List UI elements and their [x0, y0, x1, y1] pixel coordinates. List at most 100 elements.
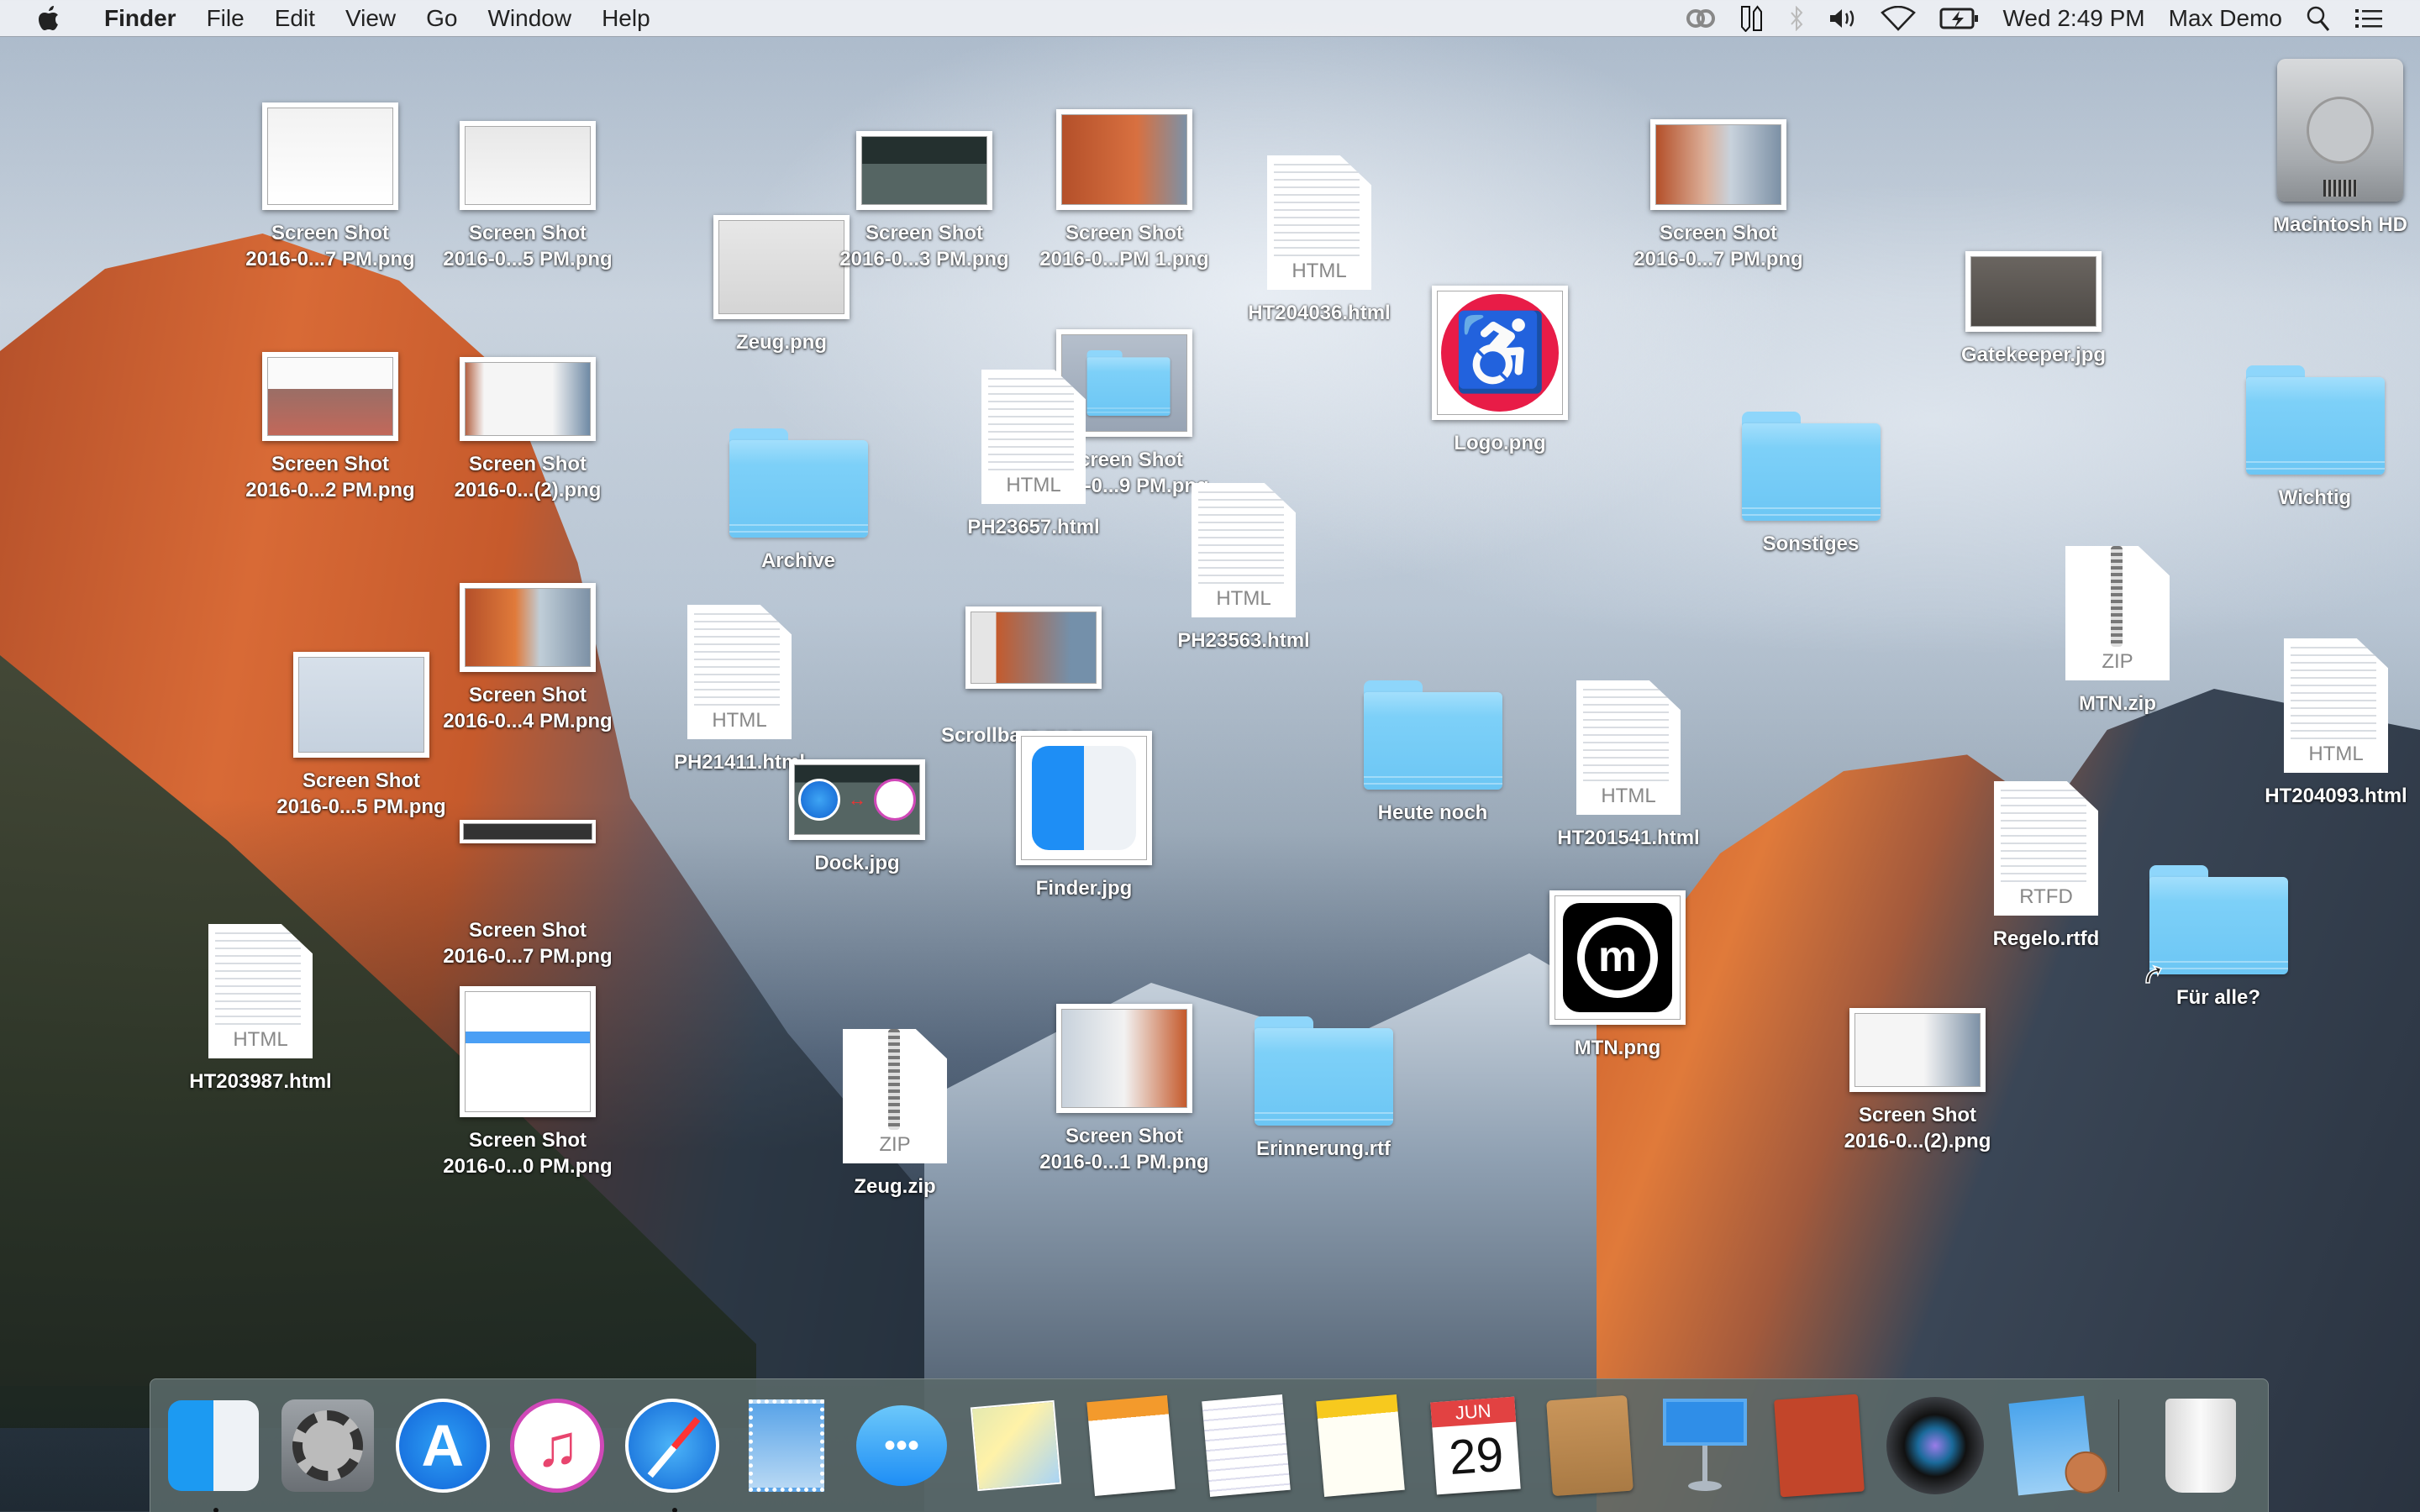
double-arrow-icon: ↔ — [847, 789, 866, 810]
desktop-item-folder-alias[interactable]: Für alle? — [2118, 823, 2319, 1011]
notification-center-icon[interactable] — [2354, 7, 2383, 30]
desktop-item-screenshot[interactable]: Screen Shot 2016-0...PM 1.png — [1023, 59, 1225, 272]
desktop-item-image[interactable]: ↔ Dock.jpg — [756, 689, 958, 876]
desktop-item-html[interactable]: HTML HT204036.html — [1218, 139, 1420, 326]
desktop-item-folder[interactable]: Archive — [697, 386, 899, 574]
battery-charging-icon[interactable] — [1939, 7, 1980, 30]
desktop-item-zip[interactable]: ZIP Zeug.zip — [794, 853, 996, 1200]
html-document-icon: HTML — [208, 924, 313, 1058]
mtn-logo-icon: m — [1563, 903, 1672, 1012]
menu-go[interactable]: Go — [411, 0, 472, 37]
menubar-clock[interactable]: Wed 2:49 PM — [2003, 5, 2145, 32]
item-label: Screen Shot — [271, 453, 390, 475]
desktop-item-screenshot[interactable]: Screen Shot 2016-0...(2).png — [1817, 958, 2018, 1154]
dock-system-preferences[interactable] — [281, 1395, 376, 1496]
item-label: Macintosh HD — [2272, 213, 2407, 236]
item-label-line2: 2016-0...5 PM.png — [443, 248, 613, 270]
dock-messages[interactable]: ••• — [854, 1395, 950, 1496]
dock-safari[interactable] — [624, 1395, 720, 1512]
desktop-item-screenshot[interactable]: Screen Shot 2016-0...3 PM.png — [823, 59, 1025, 272]
image-thumbnail: ♿ — [1432, 286, 1568, 420]
desktop-item-screenshot[interactable]: Screen Shot 2016-0...7 PM.png — [1618, 59, 1819, 272]
contacts-icon — [1546, 1394, 1634, 1497]
desktop-item-image[interactable] — [933, 559, 1134, 689]
image-thumbnail — [1965, 251, 2102, 332]
menubar-user[interactable]: Max Demo — [2169, 5, 2282, 32]
desktop-item-screenshot[interactable]: Screen Shot 2016-0...(2).png — [427, 290, 629, 503]
desktop-item-image[interactable]: m MTN.png — [1517, 874, 1718, 1061]
creative-cloud-icon[interactable] — [1686, 7, 1716, 30]
menu-edit[interactable]: Edit — [260, 0, 330, 37]
desktop-item-html[interactable]: HTML HT204093.html — [2235, 622, 2420, 809]
menu-window[interactable]: Window — [472, 0, 587, 37]
desktop-item-folder[interactable]: Erinnerung.rtf — [1223, 974, 1424, 1162]
image-thumbnail: m — [1549, 890, 1686, 1025]
screenshot-thumbnail — [1849, 1008, 1986, 1092]
search-icon[interactable] — [2306, 5, 2331, 32]
desktop-item-screenshot[interactable]: Screen Shot 2016-0...4 PM.png — [427, 521, 629, 734]
folder-icon — [2245, 365, 2385, 475]
folder-icon — [1741, 412, 1881, 521]
ifinance-icon — [2008, 1395, 2109, 1496]
dock-contacts[interactable] — [1542, 1394, 1638, 1497]
desktop-item-screenshot[interactable]: Screen Shot 2016-0...5 PM.png — [427, 59, 629, 272]
desktop-item-disk[interactable]: Macintosh HD — [2239, 42, 2420, 238]
desktop-item-screenshot[interactable]: Screen Shot 2016-0...0 PM.png — [427, 966, 629, 1179]
screenshot-thumbnail — [460, 820, 596, 843]
desktop-item-folder[interactable]: Wichtig — [2214, 323, 2416, 511]
wifi-icon[interactable] — [1880, 5, 1916, 31]
desktop-item-image[interactable]: Gatekeeper.jpg — [1933, 176, 2134, 368]
dock-finder[interactable] — [166, 1395, 261, 1512]
running-indicator — [213, 1508, 218, 1512]
desktop-item-screenshot[interactable]: Screen Shot 2016-0...1 PM.png — [1023, 945, 1225, 1175]
desktop-item-image[interactable]: Finder.jpg — [983, 689, 1185, 901]
apple-menu-icon[interactable] — [34, 5, 64, 32]
dock-ifinance[interactable] — [2003, 1395, 2109, 1496]
dock-app-store[interactable]: A — [395, 1395, 491, 1496]
bluetooth-icon[interactable] — [1788, 5, 1805, 31]
desktop-item-html[interactable]: HTML HT203987.html — [160, 907, 361, 1095]
dock-pages[interactable] — [1083, 1395, 1179, 1496]
item-label-line2: 2016-0...2 PM.png — [245, 479, 415, 501]
item-label: MTN.png — [1574, 1037, 1661, 1059]
dock-mail[interactable] — [739, 1395, 835, 1496]
menu-finder[interactable]: Finder — [89, 0, 192, 37]
desktop-item-screenshot[interactable]: Screen Shot 2016-0...7 PM.png — [229, 59, 431, 272]
folder-icon — [1254, 1016, 1393, 1126]
desktop-item-screenshot[interactable]: Screen Shot 2016-0...2 PM.png — [229, 290, 431, 503]
menu-file[interactable]: File — [192, 0, 260, 37]
dock-calendar[interactable]: JUN 29 — [1428, 1395, 1523, 1496]
menu-view[interactable]: View — [330, 0, 411, 37]
dock-keynote[interactable] — [1657, 1395, 1753, 1496]
volume-icon[interactable] — [1828, 8, 1857, 29]
dock-family-tree[interactable] — [1771, 1394, 1867, 1498]
item-label-line2: 2016-0...(2).png — [454, 479, 602, 501]
desktop-item-html[interactable]: HTML HT201541.html — [1528, 521, 1729, 851]
html-document-icon: HTML — [981, 370, 1086, 504]
dock-itunes[interactable]: ♫ — [510, 1395, 606, 1496]
desktop-item-screenshot[interactable]: Screen Shot 2016-0...7 PM.png — [427, 756, 629, 969]
item-label: Logo.png — [1454, 432, 1546, 454]
menu-bar: Finder File Edit View Go Window Help Wed… — [0, 0, 2420, 37]
desktop-item-image[interactable]: ♿ Logo.png — [1399, 269, 1601, 456]
dual-pencil-icon[interactable] — [1739, 4, 1765, 32]
dock-notes[interactable] — [1313, 1394, 1408, 1497]
item-label-line2: 2016-0...0 PM.png — [443, 1155, 613, 1178]
dock-trash[interactable] — [2153, 1395, 2249, 1496]
item-label: Sonstiges — [1762, 533, 1860, 555]
item-label-line2: 2016-0...4 PM.png — [443, 710, 613, 732]
desktop-item-folder[interactable]: Heute noch — [1332, 638, 1534, 826]
desktop-item-folder[interactable]: Sonstiges — [1710, 370, 1912, 557]
desktop-item-html[interactable]: HTML PH23563.html — [1143, 466, 1344, 654]
desktop-item-rtfd[interactable]: RTFD Regelo.rtfd — [1945, 630, 2147, 952]
menu-help[interactable]: Help — [587, 0, 666, 37]
dock-textedit[interactable] — [1198, 1394, 1294, 1497]
dock-camera-lens[interactable] — [1886, 1395, 1984, 1496]
screenshot-thumbnail — [262, 352, 398, 441]
item-label: Für alle? — [2175, 986, 2261, 1009]
item-label: Screen Shot — [865, 222, 984, 244]
item-label: PH23563.html — [1177, 629, 1310, 652]
desktop-item-html[interactable]: HTML PH23657.html — [933, 353, 1134, 540]
dock-maps[interactable] — [969, 1395, 1065, 1496]
item-label-line2: 2016-0...3 PM.png — [839, 248, 1009, 270]
